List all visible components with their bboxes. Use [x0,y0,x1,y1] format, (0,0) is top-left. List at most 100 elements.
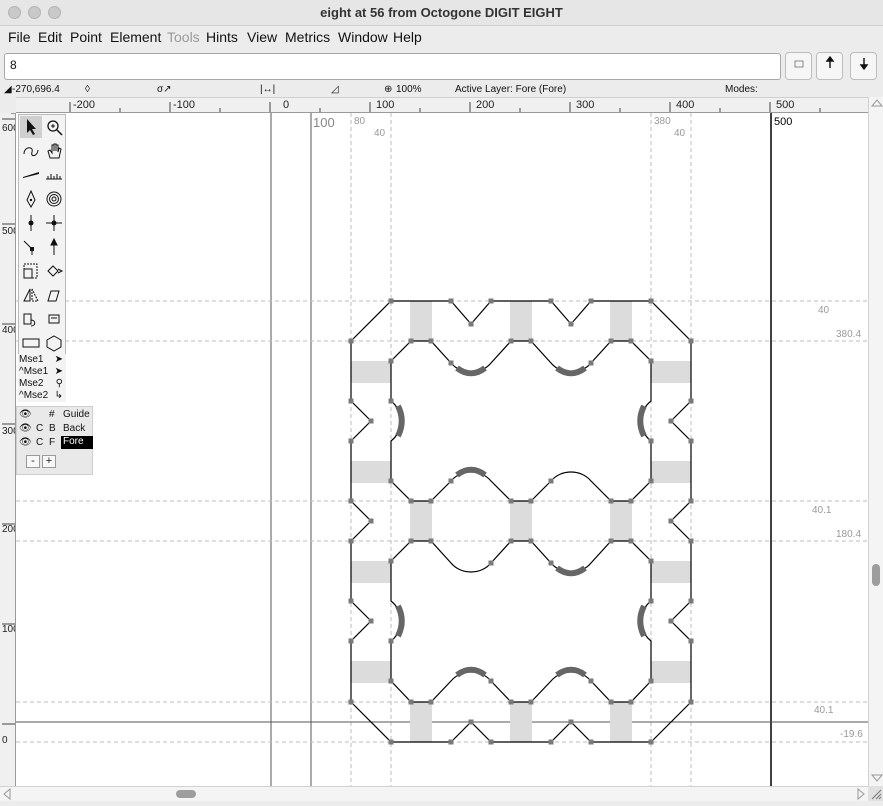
contour-point[interactable] [608,338,614,344]
contour-point[interactable] [548,739,554,745]
contour-point[interactable] [348,538,354,544]
contour-point[interactable] [428,498,434,504]
contour-point[interactable] [588,298,594,304]
contour-point[interactable] [348,398,354,404]
menu-element[interactable]: Element [110,29,161,45]
contour-point[interactable] [368,418,374,424]
contour-point[interactable] [528,538,534,544]
rotate-tool-icon[interactable] [43,260,65,282]
contour-point[interactable] [688,699,694,705]
contour-point[interactable] [648,558,654,564]
contour-point[interactable] [428,338,434,344]
lower-counter-contour[interactable] [390,540,652,703]
contour-point[interactable] [648,298,654,304]
horizontal-ruler[interactable]: -200 -100 0 100 200 300 400 500 [16,97,868,113]
menu-file[interactable]: File [8,29,31,45]
glyph-options-button[interactable] [785,52,812,80]
contour-point[interactable] [608,538,614,544]
contour-point[interactable] [388,398,394,404]
contour-point[interactable] [648,478,654,484]
contour-point[interactable] [388,358,394,364]
menu-point[interactable]: Point [70,29,102,45]
contour-point[interactable] [388,558,394,564]
menu-view[interactable]: View [247,29,277,45]
contour-point[interactable] [348,438,354,444]
contour-point[interactable] [548,298,554,304]
upper-counter-contour[interactable] [390,340,652,502]
menu-help[interactable]: Help [393,29,422,45]
knife-tool-icon[interactable] [20,164,42,186]
contour-point[interactable] [408,699,414,705]
contour-point[interactable] [348,498,354,504]
contour-point[interactable] [628,338,634,344]
contour-point[interactable] [628,498,634,504]
eye-icon[interactable]: 👁 [19,437,32,448]
contour-point[interactable] [528,498,534,504]
contour-point[interactable] [588,360,594,366]
layer-row-guide[interactable]: 👁 # Guide [17,408,94,422]
contour-point[interactable] [348,598,354,604]
glyph-canvas[interactable]: 100 500 80 40 380 40 40 380.4 40.1 180.4… [16,113,868,786]
vertical-ruler[interactable]: 600 500 400 300 200 100 0 [0,113,16,786]
contour-point[interactable] [688,598,694,604]
contour-point[interactable] [428,699,434,705]
skew-tool-icon[interactable] [43,284,65,306]
contour-point[interactable] [448,739,454,745]
contour-point[interactable] [548,478,554,484]
pen-tool-icon[interactable] [20,188,42,210]
hv-curve-tool-icon[interactable] [43,212,65,234]
menu-hints[interactable]: Hints [206,29,238,45]
contour-point[interactable] [588,678,594,684]
contour-point[interactable] [668,418,674,424]
contour-point[interactable] [548,560,554,566]
horizontal-scrollbar[interactable] [0,786,868,801]
contour-point[interactable] [508,699,514,705]
contour-point[interactable] [488,298,494,304]
contour-point[interactable] [468,321,474,327]
add-layer-button[interactable]: + [42,455,56,468]
menu-edit[interactable]: Edit [38,29,62,45]
contour-point[interactable] [648,598,654,604]
contour-point[interactable] [348,338,354,344]
contour-point[interactable] [368,618,374,624]
contour-point[interactable] [648,678,654,684]
horizontal-scroll-thumb[interactable] [176,790,196,798]
pointer-tool-icon[interactable] [20,116,42,138]
contour-point[interactable] [408,498,414,504]
polygon-tool-icon[interactable] [43,332,65,354]
prev-glyph-button[interactable] [816,52,843,80]
vertical-scroll-thumb[interactable] [872,564,880,586]
layer-row-fore[interactable]: 👁 C F Fore [17,436,94,450]
contour-point[interactable] [648,438,654,444]
freehand-tool-icon[interactable] [20,140,42,162]
eye-icon[interactable]: 👁 [19,423,32,434]
menu-metrics[interactable]: Metrics [285,29,330,45]
contour-point[interactable] [448,360,454,366]
scroll-left-icon[interactable] [2,787,12,801]
contour-point[interactable] [488,678,494,684]
scale-tool-icon[interactable] [20,260,42,282]
remove-layer-button[interactable]: - [26,455,40,468]
corner-point-tool-icon[interactable] [20,236,42,258]
contour-point[interactable] [348,638,354,644]
contour-point[interactable] [508,538,514,544]
next-glyph-button[interactable] [850,52,877,80]
contour-point[interactable] [368,518,374,524]
flip-tool-icon[interactable] [20,284,42,306]
contour-point[interactable] [688,398,694,404]
contour-point[interactable] [388,739,394,745]
contour-point[interactable] [688,438,694,444]
contour-point[interactable] [628,538,634,544]
perspective-tool-icon[interactable] [43,308,65,330]
contour-point[interactable] [468,719,474,725]
contour-point[interactable] [568,719,574,725]
magnify-tool-icon[interactable] [43,116,65,138]
contour-point[interactable] [388,298,394,304]
contour-point[interactable] [388,678,394,684]
spiro-tool-icon[interactable] [43,188,65,210]
contour-point[interactable] [528,338,534,344]
contour-point[interactable] [388,638,394,644]
contour-point[interactable] [488,739,494,745]
eye-icon[interactable]: 👁 [19,409,32,420]
contour-point[interactable] [688,538,694,544]
